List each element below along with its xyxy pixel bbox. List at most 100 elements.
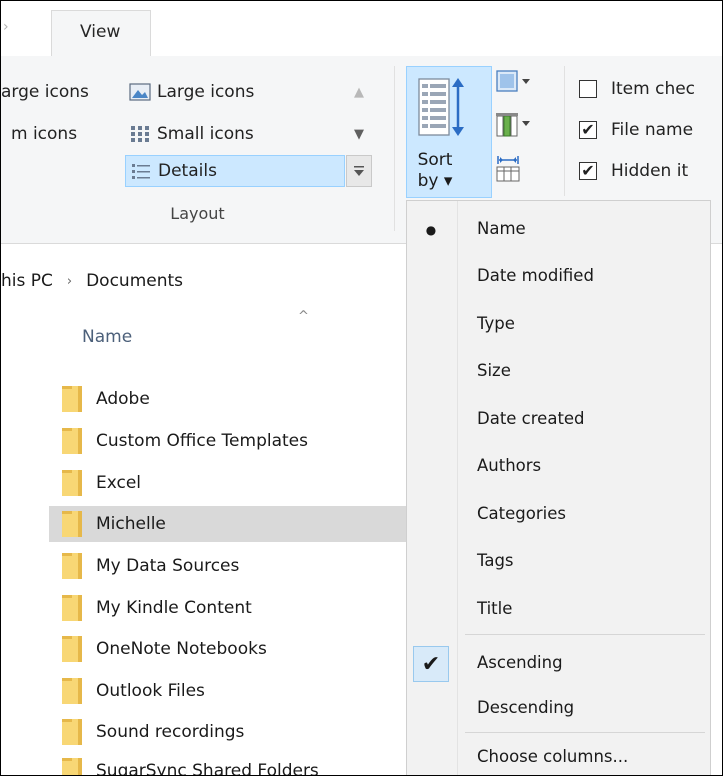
list-item[interactable]: Sound recordings (49, 714, 411, 750)
menu-item-label: Date created (477, 409, 585, 428)
list-item[interactable]: OneNote Notebooks (49, 631, 411, 667)
breadcrumb-chevron-icon[interactable]: › (67, 274, 72, 289)
menu-item-label: Tags (477, 551, 514, 570)
radio-bullet-icon: ● (425, 223, 437, 237)
hidden-items-label: Hidden it (611, 161, 689, 181)
item-check-boxes-toggle[interactable]: Item chec (579, 74, 695, 104)
file-name-extensions-label: File name (611, 120, 694, 140)
folder-icon (62, 678, 82, 704)
folder-icon (62, 511, 82, 537)
large-icons-icon (129, 83, 151, 101)
list-item-selected[interactable]: Michelle (49, 506, 411, 542)
folder-icon (62, 470, 82, 496)
list-item-label: Michelle (96, 514, 166, 534)
menu-item-label: Size (477, 361, 511, 380)
menu-item-tags[interactable]: Tags (407, 539, 710, 585)
item-check-boxes-label: Item chec (611, 79, 696, 99)
add-columns-icon (496, 113, 530, 137)
menu-item-choose-columns[interactable]: Choose columns... (407, 735, 710, 775)
menu-item-label: Authors (477, 456, 542, 475)
size-columns-icon (496, 156, 520, 182)
layout-scroll-down-icon[interactable]: ▼ (346, 118, 372, 150)
breadcrumb-documents[interactable]: Documents (86, 271, 183, 291)
menu-item-name[interactable]: ● Name (407, 207, 710, 253)
item-check-boxes-checkbox[interactable] (579, 80, 597, 98)
menu-item-descending[interactable]: Descending (407, 686, 710, 732)
list-item[interactable]: Custom Office Templates (49, 423, 411, 459)
tab-view-label: View (80, 22, 121, 42)
sort-by-button[interactable]: Sort by ▾ (406, 66, 492, 198)
layout-medium-icons[interactable]: m icons (1, 118, 77, 150)
folder-icon (62, 758, 82, 775)
size-columns-to-fit-button[interactable] (494, 152, 534, 188)
menu-item-label: Type (477, 314, 515, 333)
menu-item-type[interactable]: Type (407, 302, 710, 348)
list-item-label: SugarSync Shared Folders (96, 761, 319, 776)
hidden-items-checkbox[interactable]: ✔ (579, 162, 597, 180)
sort-by-icon (418, 78, 464, 136)
details-icon (132, 164, 150, 179)
layout-more-icon[interactable] (346, 155, 372, 187)
add-columns-button[interactable] (494, 110, 534, 146)
menu-item-ascending[interactable]: ✔ Ascending (407, 641, 710, 687)
list-item[interactable]: Outlook Files (49, 673, 411, 709)
breadcrumb: his PC › Documents (1, 259, 396, 304)
list-item[interactable]: Adobe (49, 381, 411, 417)
menu-item-size[interactable]: Size (407, 349, 710, 395)
layout-extra-large-icons[interactable]: arge icons (1, 76, 89, 108)
folder-icon (62, 553, 82, 579)
menu-item-authors[interactable]: Authors (407, 444, 710, 490)
layout-small-icons[interactable]: Small icons (129, 118, 254, 150)
layout-large-icons[interactable]: Large icons (129, 76, 254, 108)
hidden-items-toggle[interactable]: ✔ Hidden it (579, 156, 688, 186)
menu-item-title[interactable]: Title (407, 587, 710, 633)
list-item-label: Custom Office Templates (96, 431, 308, 451)
tab-view[interactable]: View (51, 10, 151, 56)
list-item[interactable]: My Kindle Content (49, 590, 411, 626)
sort-by-menu: ● Name Date modified Type Size Date crea… (406, 200, 711, 775)
menu-separator (465, 732, 705, 733)
menu-item-label: Title (477, 599, 513, 618)
menu-item-label: Ascending (477, 653, 563, 672)
small-icons-icon (131, 126, 149, 142)
list-item-label: My Kindle Content (96, 598, 252, 618)
layout-scroll-up-icon[interactable]: ▲ (346, 76, 372, 108)
layout-small-icons-label: Small icons (157, 124, 254, 144)
list-item[interactable]: Excel (49, 465, 411, 501)
folder-icon (62, 428, 82, 454)
menu-item-label: Categories (477, 504, 566, 523)
menu-item-label: Name (477, 219, 526, 238)
sort-by-label: Sort by ▾ (417, 150, 453, 191)
menu-item-date-modified[interactable]: Date modified (407, 254, 710, 300)
list-item-label: Adobe (96, 389, 150, 409)
ribbon-group-divider (394, 66, 395, 231)
layout-extra-large-icons-label: arge icons (1, 82, 89, 102)
folder-icon (62, 386, 82, 412)
tab-scroll-left-icon[interactable]: › (3, 19, 11, 35)
layout-details[interactable]: Details (125, 155, 345, 187)
list-item-label: Excel (96, 473, 142, 493)
menu-item-date-created[interactable]: Date created (407, 397, 710, 443)
layout-medium-icons-label: m icons (11, 124, 78, 144)
layout-large-icons-label: Large icons (157, 82, 255, 102)
layout-group-label: Layout (170, 204, 225, 223)
breadcrumb-this-pc[interactable]: his PC (1, 271, 53, 291)
folder-icon (62, 719, 82, 745)
list-item-label: OneNote Notebooks (96, 639, 267, 659)
layout-details-label: Details (158, 161, 217, 181)
file-explorer-window: › View arge icons Large icons m icons Sm… (0, 0, 723, 776)
column-header-name[interactable]: Name (82, 327, 132, 347)
menu-item-label: Descending (477, 698, 575, 717)
menu-item-categories[interactable]: Categories (407, 492, 710, 538)
menu-item-label: Choose columns... (477, 747, 629, 766)
group-by-button[interactable] (494, 68, 534, 104)
folder-icon (62, 636, 82, 662)
list-item-label: Outlook Files (96, 681, 205, 701)
sort-ascending-indicator-icon: ^ (298, 309, 309, 324)
file-name-extensions-checkbox[interactable]: ✔ (579, 121, 597, 139)
ribbon-tab-bar: › View (1, 1, 722, 57)
list-item[interactable]: SugarSync Shared Folders (49, 753, 411, 776)
checkmark-icon: ✔ (413, 646, 449, 682)
list-item[interactable]: My Data Sources (49, 548, 411, 584)
file-name-extensions-toggle[interactable]: ✔ File name (579, 115, 693, 145)
